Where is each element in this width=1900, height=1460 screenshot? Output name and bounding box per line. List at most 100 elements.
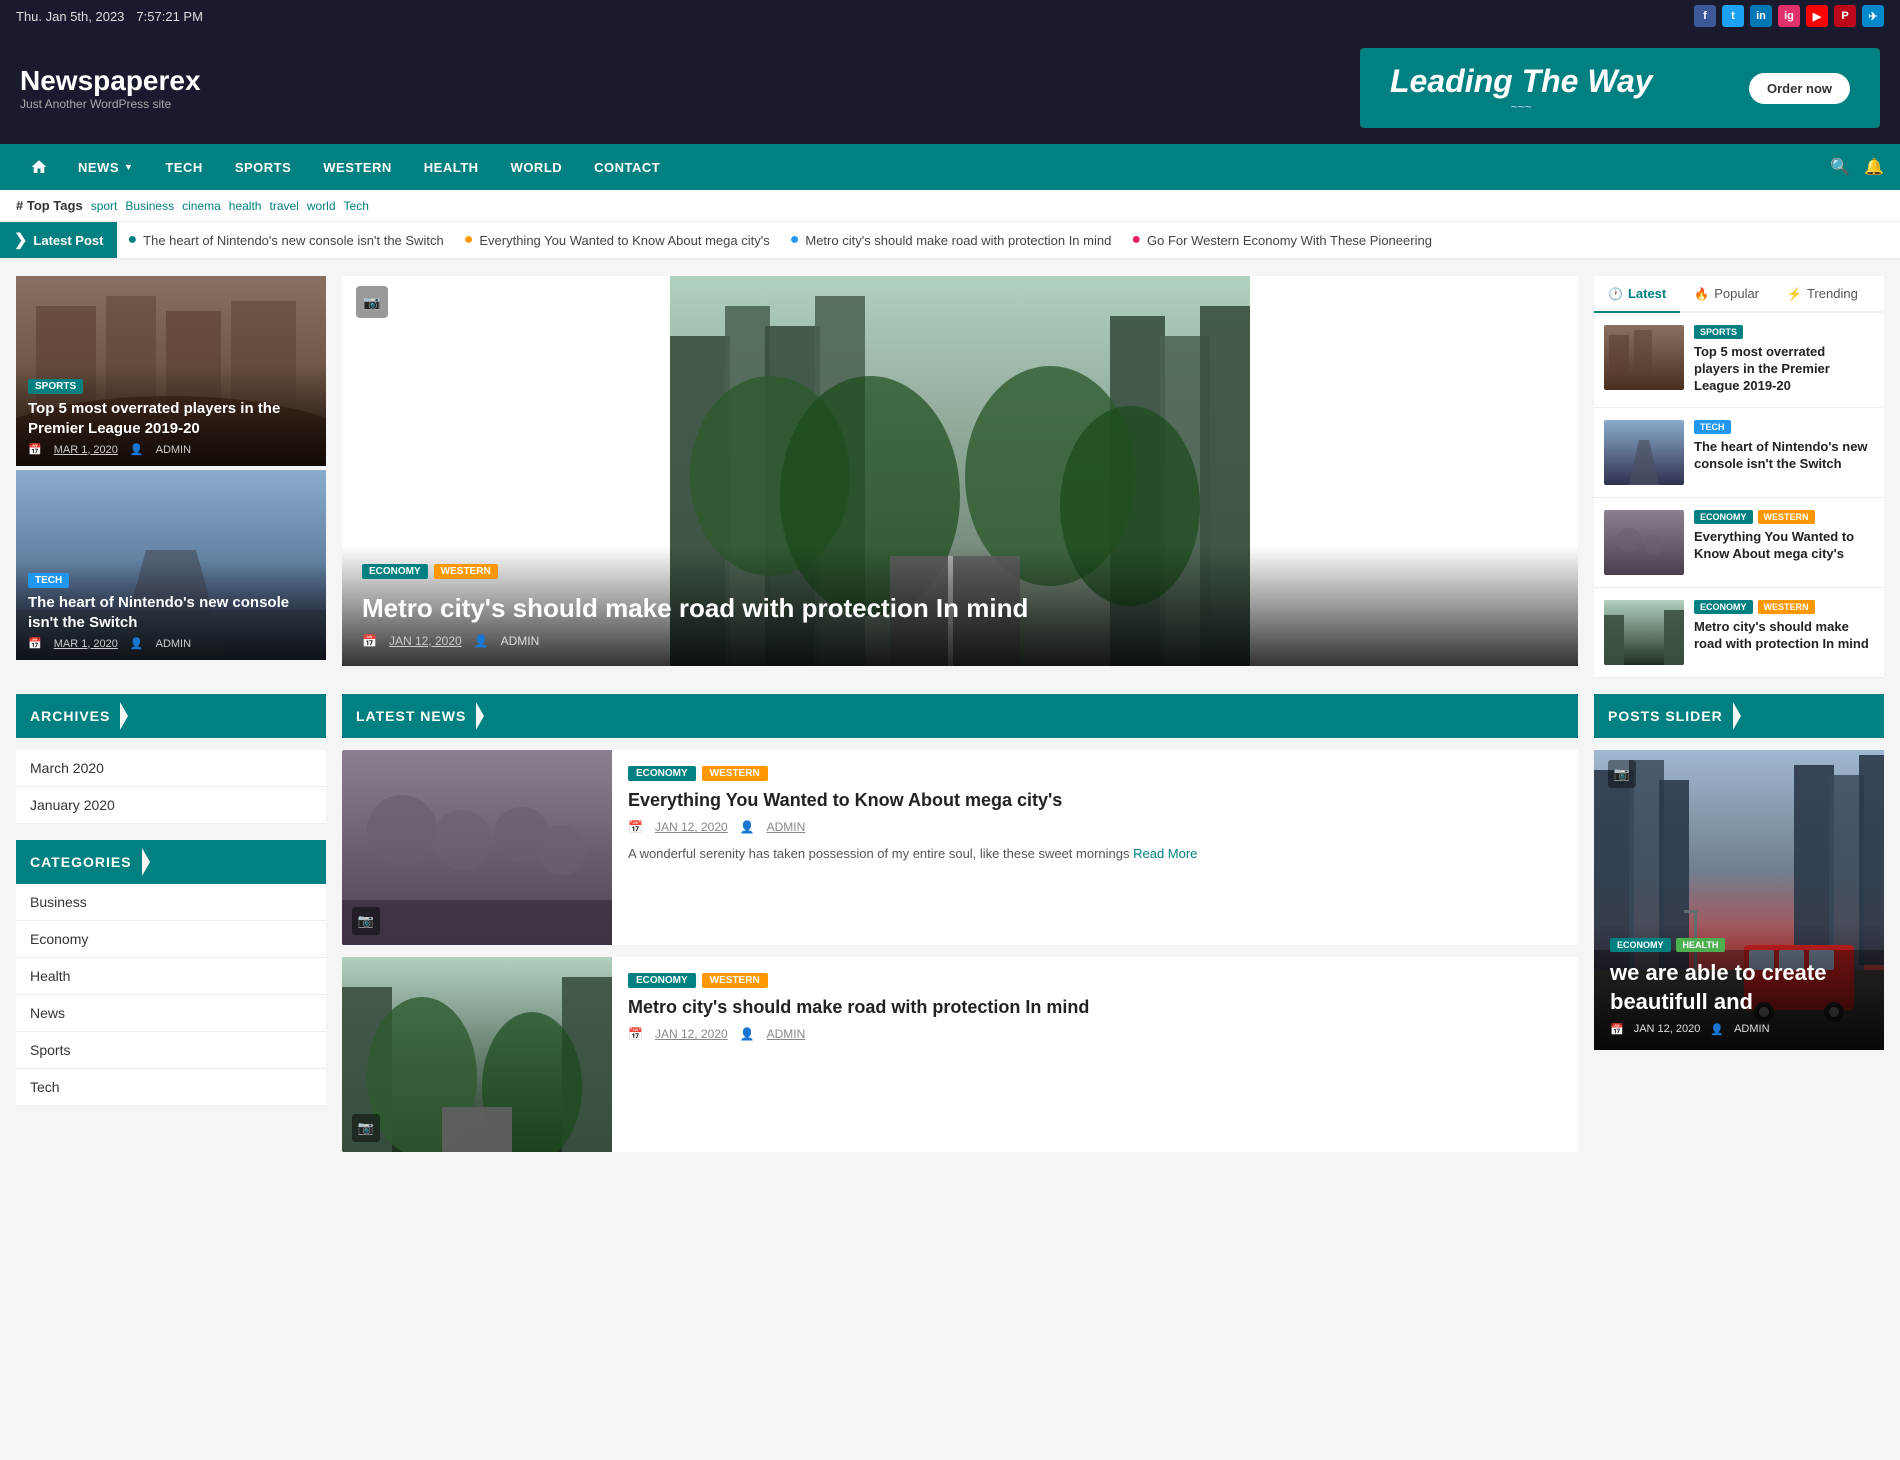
- right-card-title-1: Top 5 most overrated players in the Prem…: [1694, 344, 1874, 395]
- banner-sub-text: ~~~: [1390, 100, 1653, 114]
- right-card-badges-4: ECONOMY WESTERN: [1694, 600, 1874, 614]
- facebook-icon[interactable]: f: [1694, 5, 1716, 27]
- feature-meta: 📅 JAN 12, 2020 👤 ADMIN: [362, 634, 1558, 648]
- badge-sports-1: SPORTS: [1694, 325, 1743, 339]
- read-more-1[interactable]: Read More: [1133, 846, 1197, 861]
- right-card-3[interactable]: ECONOMY WESTERN Everything You Wanted to…: [1594, 498, 1884, 588]
- right-card-2[interactable]: TECH The heart of Nintendo's new console…: [1594, 408, 1884, 498]
- news-img-svg-1: [342, 750, 612, 945]
- cat-economy[interactable]: Economy: [16, 921, 326, 958]
- news-card-title-2[interactable]: Metro city's should make road with prote…: [628, 996, 1562, 1019]
- calendar-icon-2: 📅: [28, 637, 42, 650]
- nav-item-health[interactable]: HEALTH: [408, 144, 495, 190]
- nav-item-tech[interactable]: TECH: [149, 144, 218, 190]
- archive-january-2020[interactable]: January 2020: [16, 787, 326, 824]
- slider-date[interactable]: JAN 12, 2020: [1634, 1023, 1701, 1036]
- feature-date[interactable]: JAN 12, 2020: [389, 634, 462, 648]
- linkedin-icon[interactable]: in: [1750, 5, 1772, 27]
- feature-article[interactable]: 📷 ECONOMY WESTERN Metro city's should ma…: [342, 276, 1578, 666]
- bell-icon[interactable]: 🔔: [1864, 157, 1884, 177]
- site-title: Newspaperex: [20, 65, 201, 97]
- card-meta-2: 📅 MAR 1, 2020 👤 ADMIN: [28, 637, 314, 650]
- camera-icon-news-1: 📷: [352, 907, 380, 935]
- left-card-1[interactable]: SPORTS Top 5 most overrated players in t…: [16, 276, 326, 466]
- order-now-button[interactable]: Order now: [1749, 73, 1850, 104]
- news-img-svg-2: [342, 957, 612, 1152]
- news-card-img-1: 📷: [342, 750, 612, 945]
- card-date-1[interactable]: MAR 1, 2020: [54, 444, 118, 456]
- cat-health[interactable]: Health: [16, 958, 326, 995]
- banner-text-block: Leading The Way ~~~: [1390, 63, 1653, 114]
- instagram-icon[interactable]: ig: [1778, 5, 1800, 27]
- tab-trending[interactable]: ⚡ Trending: [1773, 276, 1872, 311]
- right-tabs-widget: 🕐 Latest 🔥 Popular ⚡ Trending: [1594, 276, 1884, 678]
- pinterest-icon[interactable]: P: [1834, 5, 1856, 27]
- right-card-img-2: [1604, 420, 1684, 485]
- slider-title: we are able to create beautifull and: [1610, 959, 1868, 1016]
- ticker-dot: ●: [127, 231, 137, 249]
- card-category-sports: SPORTS: [28, 379, 83, 394]
- tag-business[interactable]: Business: [125, 199, 174, 213]
- feature-cat-western: WESTERN: [434, 564, 498, 579]
- search-icon[interactable]: 🔍: [1830, 157, 1850, 177]
- news-card-title-1[interactable]: Everything You Wanted to Know About mega…: [628, 789, 1562, 812]
- tab-popular[interactable]: 🔥 Popular: [1680, 276, 1773, 311]
- latest-news-header: LATEST NEWS: [342, 694, 1578, 738]
- cat-news[interactable]: News: [16, 995, 326, 1032]
- right-card-content-1: SPORTS Top 5 most overrated players in t…: [1694, 325, 1874, 395]
- user-icon-slider: 👤: [1710, 1023, 1724, 1036]
- slider-author: ADMIN: [1734, 1023, 1769, 1036]
- news-badge-western-1: WESTERN: [702, 766, 768, 781]
- news-badges-1: ECONOMY WESTERN: [628, 766, 1562, 781]
- ticker-item-3[interactable]: ● Metro city's should make road with pro…: [790, 231, 1112, 249]
- cat-tech[interactable]: Tech: [16, 1069, 326, 1106]
- news-card-meta-1: 📅 JAN 12, 2020 👤 ADMIN: [628, 820, 1562, 834]
- ticker-item-2[interactable]: ● Everything You Wanted to Know About me…: [464, 231, 770, 249]
- slider-overlay: ECONOMY HEALTH we are able to create bea…: [1594, 924, 1884, 1049]
- slider-card-1[interactable]: 📷 ECONOMY HEALTH we are able to create b…: [1594, 750, 1884, 1050]
- calendar-icon-feature: 📅: [362, 634, 377, 648]
- news-date-1[interactable]: JAN 12, 2020: [655, 820, 728, 834]
- left-card-2[interactable]: TECH The heart of Nintendo's new console…: [16, 470, 326, 660]
- archive-march-2020[interactable]: March 2020: [16, 750, 326, 787]
- nav-item-sports[interactable]: SPORTS: [219, 144, 307, 190]
- nav-item-contact[interactable]: CONTACT: [578, 144, 676, 190]
- tag-cinema[interactable]: cinema: [182, 199, 221, 213]
- right-card-4[interactable]: ECONOMY WESTERN Metro city's should make…: [1594, 588, 1884, 678]
- user-icon-feature: 👤: [474, 634, 489, 648]
- user-icon-n1: 👤: [740, 820, 755, 834]
- news-author-2[interactable]: ADMIN: [767, 1027, 806, 1041]
- nav-right-icons: 🔍 🔔: [1830, 157, 1884, 177]
- nav-home-button[interactable]: [16, 144, 62, 190]
- ticker-item-4[interactable]: ● Go For Western Economy With These Pion…: [1131, 231, 1432, 249]
- fire-icon: 🔥: [1694, 287, 1709, 301]
- tag-sport[interactable]: sport: [91, 199, 118, 213]
- clock-icon: 🕐: [1608, 287, 1623, 301]
- tag-health[interactable]: health: [229, 199, 262, 213]
- posts-slider-section: POSTS SLIDER: [1594, 694, 1884, 1164]
- youtube-icon[interactable]: ▶: [1806, 5, 1828, 27]
- news-date-2[interactable]: JAN 12, 2020: [655, 1027, 728, 1041]
- news-author-1[interactable]: ADMIN: [767, 820, 806, 834]
- nav-item-western[interactable]: WESTERN: [307, 144, 408, 190]
- badge-western-3: WESTERN: [1758, 510, 1815, 524]
- tag-world[interactable]: world: [307, 199, 336, 213]
- ticker-item-1[interactable]: ● The heart of Nintendo's new console is…: [127, 231, 443, 249]
- tag-tech[interactable]: Tech: [344, 199, 369, 213]
- right-card-img-4: [1604, 600, 1684, 665]
- telegram-icon[interactable]: ✈: [1862, 5, 1884, 27]
- tab-latest[interactable]: 🕐 Latest: [1594, 276, 1680, 313]
- cal-icon-n1: 📅: [628, 820, 643, 834]
- card-date-2[interactable]: MAR 1, 2020: [54, 638, 118, 650]
- right-card-1[interactable]: SPORTS Top 5 most overrated players in t…: [1594, 313, 1884, 408]
- archive-list: March 2020 January 2020: [16, 750, 326, 824]
- cat-business[interactable]: Business: [16, 884, 326, 921]
- center-column: 📷 ECONOMY WESTERN Metro city's should ma…: [326, 276, 1594, 678]
- cat-sports[interactable]: Sports: [16, 1032, 326, 1069]
- tag-travel[interactable]: travel: [269, 199, 298, 213]
- site-logo[interactable]: Newspaperex Just Another WordPress site: [20, 65, 201, 111]
- nav-item-news[interactable]: NEWS: [62, 144, 149, 190]
- news-card-content-2: ECONOMY WESTERN Metro city's should make…: [612, 957, 1578, 1152]
- twitter-icon[interactable]: t: [1722, 5, 1744, 27]
- nav-item-world[interactable]: WORLD: [495, 144, 579, 190]
